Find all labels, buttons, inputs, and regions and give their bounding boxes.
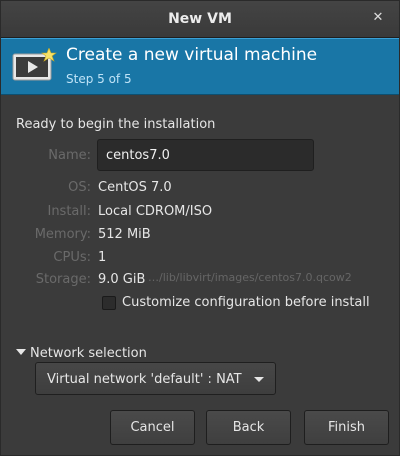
network-selection-expander[interactable]: Network selection — [16, 346, 147, 361]
virtual-machine-icon — [12, 48, 57, 81]
storage-label: Storage: — [35, 272, 91, 287]
cpus-value: 1 — [98, 250, 107, 265]
os-value: CentOS 7.0 — [98, 180, 172, 195]
install-value: Local CDROM/ISO — [98, 204, 213, 219]
cancel-button[interactable]: Cancel — [110, 410, 195, 445]
network-dropdown-value: Virtual network 'default' : NAT — [47, 372, 242, 387]
step-indicator: Step 5 of 5 — [66, 72, 132, 86]
customize-checkbox-label[interactable]: Customize configuration before install — [122, 295, 370, 310]
new-vm-dialog: New VM ✕ Create a new virtual machine St… — [0, 0, 400, 456]
summary-heading: Ready to begin the installation — [16, 117, 216, 132]
network-selection-label: Network selection — [30, 346, 147, 361]
finish-button[interactable]: Finish — [304, 410, 389, 445]
chevron-down-icon — [254, 377, 264, 382]
install-label: Install: — [47, 204, 91, 219]
vm-name-input[interactable] — [97, 139, 314, 171]
network-dropdown[interactable]: Virtual network 'default' : NAT — [35, 362, 276, 395]
storage-path: …/lib/libvirt/images/centos7.0.qcow2 — [148, 271, 352, 284]
name-label: Name: — [48, 148, 91, 163]
close-icon[interactable]: ✕ — [369, 9, 387, 27]
cpus-label: CPUs: — [53, 250, 91, 265]
storage-value: 9.0 GiB — [98, 272, 146, 287]
customize-checkbox[interactable] — [102, 296, 116, 310]
os-label: OS: — [68, 180, 91, 195]
header-title: Create a new virtual machine — [66, 45, 318, 65]
memory-value: 512 MiB — [98, 227, 151, 242]
wizard-header: Create a new virtual machine Step 5 of 5 — [1, 38, 399, 95]
title-bar[interactable]: New VM ✕ — [1, 1, 399, 38]
expander-arrow-icon — [16, 349, 26, 355]
memory-label: Memory: — [34, 227, 91, 242]
back-button[interactable]: Back — [206, 410, 291, 445]
window-title: New VM — [168, 11, 232, 27]
